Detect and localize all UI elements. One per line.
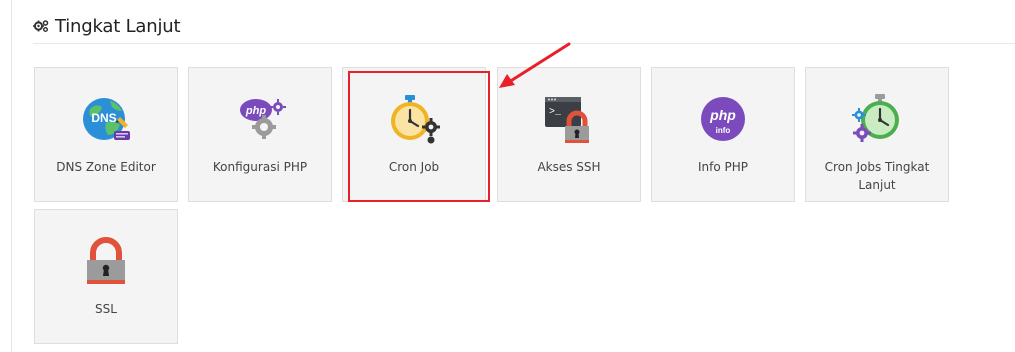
svg-text:php: php [709,107,736,123]
tile-label: Konfigurasi PHP [212,160,308,174]
php-info-icon: php info [701,97,745,141]
page-left-border [11,0,12,352]
svg-text:>_: >_ [549,107,562,118]
tile-label: Info PHP [697,160,749,174]
tile-label: Cron Job [388,160,440,174]
tile-info-php[interactable]: php info Info PHP [651,67,795,202]
tile-konfigurasi-php[interactable]: php Konfigurasi PHP [188,67,332,202]
tile-label: SSL [95,302,117,316]
svg-text:DNS: DNS [91,111,116,125]
tile-label: DNS Zone Editor [56,160,156,174]
section-header: Tingkat Lanjut [33,12,181,40]
advanced-stopwatch-icon [852,94,899,142]
terminal-lock-icon: >_ [545,97,589,143]
tile-cron-jobs-tingkat-lanjut[interactable]: Cron Jobs Tingkat Lanjut [805,67,949,202]
tile-ssl[interactable]: SSL [34,209,178,344]
tile-cron-job[interactable]: Cron Job [342,67,486,202]
php-config-icon: php [240,99,286,139]
section-title: Tingkat Lanjut [55,15,181,37]
gears-icon [33,20,49,32]
svg-text:info: info [716,126,731,135]
section-divider [33,43,1015,44]
tile-label: Cron Jobs Tingkat Lanjut [824,160,930,192]
padlock-icon [87,237,125,284]
tile-dns-zone-editor[interactable]: DNS DNS Zone Editor [34,67,178,202]
tile-label: Akses SSH [537,160,601,174]
tile-akses-ssh[interactable]: >_ Akses SSH [497,67,641,202]
dns-globe-icon: DNS [83,98,130,140]
stopwatch-gear-icon [391,95,440,144]
